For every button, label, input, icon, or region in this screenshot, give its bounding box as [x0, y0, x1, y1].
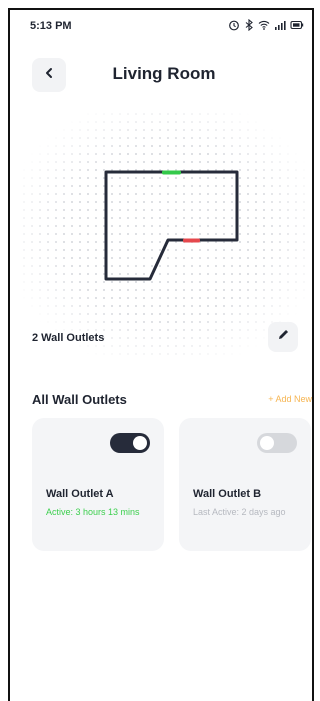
phone-screen: 5:13 PM Living Room 2 Wall Outlets All W… — [8, 8, 314, 701]
toggle-knob — [260, 436, 274, 450]
outlet-count-label: 2 Wall Outlets — [32, 332, 105, 344]
toggle-knob — [133, 436, 147, 450]
add-new-link[interactable]: + Add New — [268, 394, 312, 404]
outlet-b-toggle[interactable] — [257, 433, 297, 453]
outlet-b-status: Last Active: 2 days ago — [193, 507, 286, 517]
pencil-icon — [277, 328, 289, 346]
outlet-a-toggle[interactable] — [110, 433, 150, 453]
map-footer: 2 Wall Outlets — [32, 322, 300, 356]
outlet-b-name: Wall Outlet B — [193, 488, 262, 500]
room-walls — [104, 170, 239, 281]
outlet-card-a[interactable]: Wall Outlet A Active: 3 hours 13 mins — [32, 418, 164, 551]
outlets-section-header: All Wall Outlets + Add New — [32, 390, 312, 410]
outlet-card-b[interactable]: Wall Outlet B Last Active: 2 days ago — [179, 418, 311, 551]
outlet-marker-b — [183, 238, 200, 243]
section-title: All Wall Outlets — [32, 392, 127, 407]
edit-button[interactable] — [268, 322, 298, 352]
outlet-a-name: Wall Outlet A — [46, 488, 114, 500]
outlet-a-status: Active: 3 hours 13 mins — [46, 507, 140, 517]
outlet-marker-a — [162, 170, 181, 175]
room-floor-plan[interactable] — [10, 10, 314, 360]
